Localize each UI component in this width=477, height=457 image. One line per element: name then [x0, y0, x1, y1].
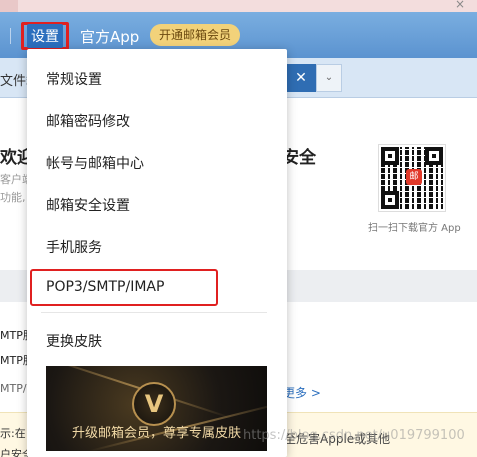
notice-text-1: 示:在 — [0, 427, 26, 440]
settings-label: 设置 — [27, 24, 63, 48]
header-divider — [10, 28, 11, 44]
menu-divider — [41, 312, 267, 313]
skin-promo-banner[interactable]: V 升级邮箱会员，尊享专属皮肤 — [46, 366, 267, 451]
promo-text: 升级邮箱会员，尊享专属皮肤 — [71, 426, 241, 441]
security-heading: 安全 — [282, 148, 316, 168]
more-link[interactable]: 更多 > — [283, 384, 321, 401]
protocol-row-3: MTP/I — [0, 382, 30, 395]
menu-item-security-settings[interactable]: 邮箱安全设置 — [46, 195, 130, 215]
browser-tab-edge — [0, 0, 18, 12]
menu-item-mobile-service[interactable]: 手机服务 — [46, 237, 102, 257]
tab-close-button[interactable]: ✕ — [286, 64, 316, 92]
qr-finder-top-left — [381, 147, 399, 165]
qr-finder-top-right — [425, 147, 443, 165]
qr-logo-badge: 邮 — [406, 169, 422, 185]
tab-more-button[interactable]: ⌄ — [316, 64, 342, 92]
official-app-link[interactable]: 官方App — [80, 26, 139, 47]
welcome-subtext-2: 功能, — [0, 191, 26, 204]
menu-item-change-skin[interactable]: 更换皮肤 — [46, 331, 102, 351]
menu-item-general-settings[interactable]: 常规设置 — [46, 69, 102, 89]
settings-button[interactable]: 设置 — [21, 22, 69, 50]
menu-item-pop3-smtp-imap[interactable]: POP3/SMTP/IMAP — [30, 269, 218, 306]
qr-code-image: 邮 — [378, 144, 446, 212]
vip-badge-icon: V — [132, 382, 176, 426]
close-icon[interactable]: × — [455, 0, 465, 11]
watermark: https://blog.csdn.net/u019799100 — [243, 428, 465, 443]
qr-caption: 扫一扫下载官方 App — [368, 223, 461, 234]
menu-item-change-password[interactable]: 邮箱密码修改 — [46, 111, 130, 131]
vip-upgrade-button[interactable]: 开通邮箱会员 — [150, 24, 241, 46]
menu-item-account-center[interactable]: 帐号与邮箱中心 — [46, 153, 144, 173]
qr-finder-bottom-left — [381, 191, 399, 209]
browser-top-strip: × — [0, 0, 477, 12]
settings-dropdown-menu: 常规设置 邮箱密码修改 帐号与邮箱中心 邮箱安全设置 手机服务 POP3/SMT… — [27, 49, 287, 457]
